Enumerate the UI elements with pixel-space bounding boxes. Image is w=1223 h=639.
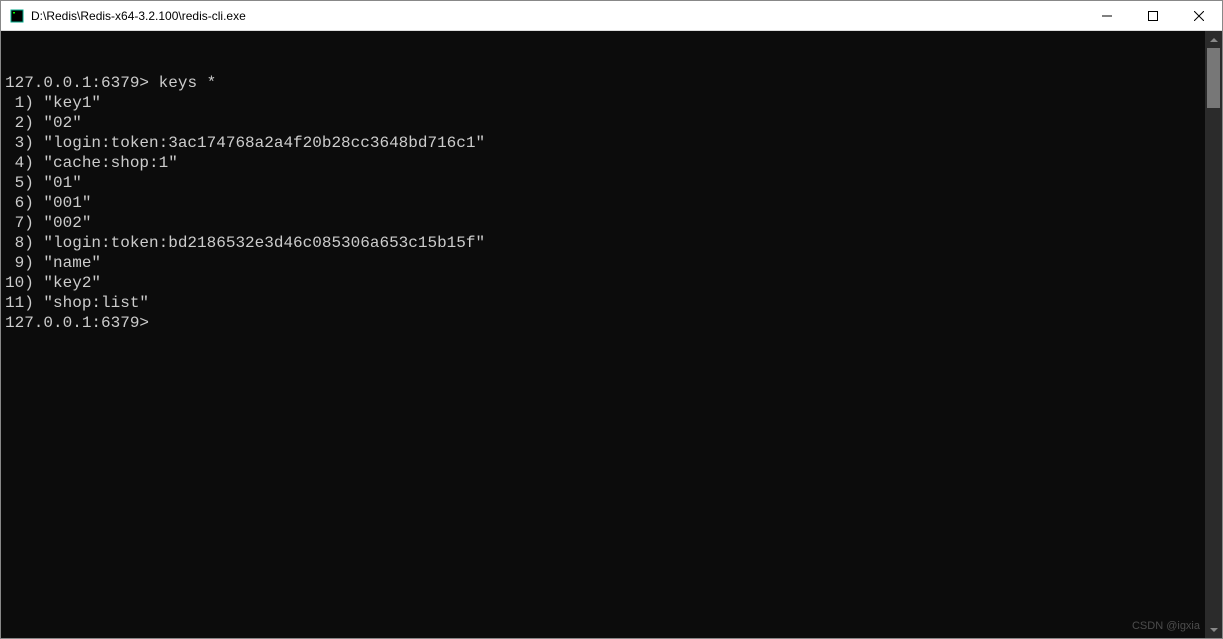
vertical-scrollbar[interactable] — [1205, 31, 1222, 638]
result-line: 3) "login:token:3ac174768a2a4f20b28cc364… — [5, 133, 1201, 153]
prompt-text: 127.0.0.1:6379> — [5, 74, 149, 92]
result-line: 4) "cache:shop:1" — [5, 153, 1201, 173]
result-line: 8) "login:token:bd2186532e3d46c085306a65… — [5, 233, 1201, 253]
app-icon — [9, 8, 25, 24]
result-line: 6) "001" — [5, 193, 1201, 213]
maximize-button[interactable] — [1130, 1, 1176, 30]
console-window: D:\Redis\Redis-x64-3.2.100\redis-cli.exe… — [0, 0, 1223, 639]
result-line: 2) "02" — [5, 113, 1201, 133]
current-prompt: 127.0.0.1:6379> — [5, 314, 149, 332]
scroll-thumb[interactable] — [1207, 48, 1220, 108]
result-line: 10) "key2" — [5, 273, 1201, 293]
result-line: 11) "shop:list" — [5, 293, 1201, 313]
command-text: keys * — [159, 74, 217, 92]
terminal-output[interactable]: 127.0.0.1:6379> keys * 1) "key1" 2) "02"… — [1, 31, 1205, 638]
result-line: 5) "01" — [5, 173, 1201, 193]
titlebar[interactable]: D:\Redis\Redis-x64-3.2.100\redis-cli.exe — [1, 1, 1222, 31]
scroll-down-button[interactable] — [1205, 621, 1222, 638]
result-line: 7) "002" — [5, 213, 1201, 233]
close-button[interactable] — [1176, 1, 1222, 30]
window-controls — [1084, 1, 1222, 30]
result-line: 1) "key1" — [5, 93, 1201, 113]
terminal-wrapper: 127.0.0.1:6379> keys * 1) "key1" 2) "02"… — [1, 31, 1222, 638]
window-title: D:\Redis\Redis-x64-3.2.100\redis-cli.exe — [31, 9, 1084, 23]
result-line: 9) "name" — [5, 253, 1201, 273]
minimize-button[interactable] — [1084, 1, 1130, 30]
scroll-up-button[interactable] — [1205, 31, 1222, 48]
